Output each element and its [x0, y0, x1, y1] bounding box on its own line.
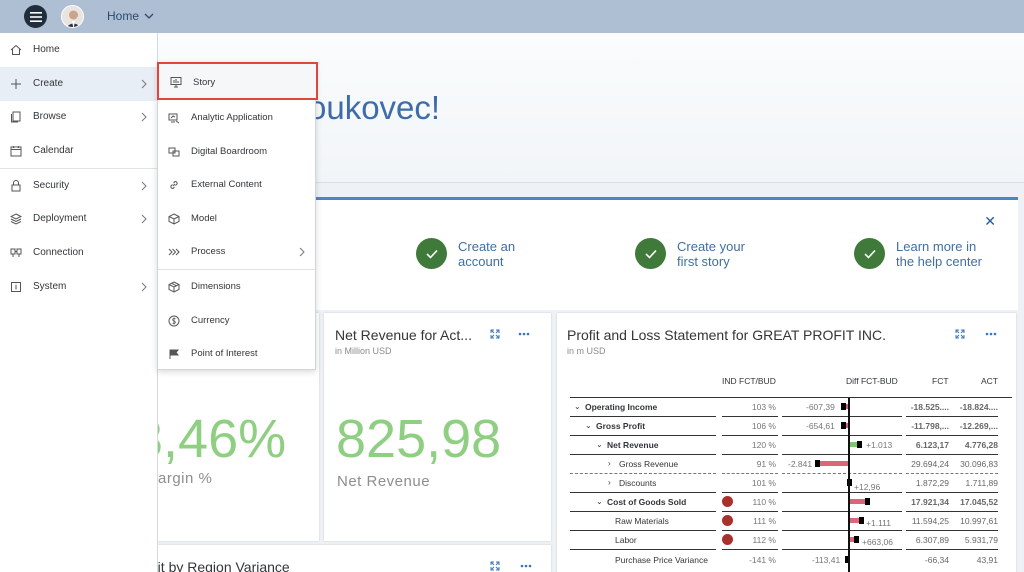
net-revenue-value: 825,98	[336, 409, 502, 469]
table-row[interactable]: Purchase Price Variance -141 % -113,41 -…	[570, 551, 1012, 570]
expand-icon[interactable]	[490, 561, 500, 571]
menu-item-model[interactable]: Model	[158, 202, 315, 235]
chevron-right-icon	[141, 79, 147, 89]
connection-icon	[10, 248, 22, 257]
menu-item-digital-boardroom[interactable]: Digital Boardroom	[158, 135, 315, 168]
table-row[interactable]: ⌄ Net Revenue 120 % +1.013 6.123,17 4.77…	[570, 436, 1012, 455]
menu-item-currency[interactable]: Currency	[158, 304, 315, 337]
home-icon	[10, 44, 22, 55]
menu-item-analytic-application[interactable]: Analytic Application	[158, 101, 315, 134]
net-revenue-tile[interactable]: Net Revenue for Act... in Million USD 82…	[324, 313, 551, 541]
chevron-down-icon[interactable]	[143, 10, 155, 22]
menu-button[interactable]	[24, 5, 47, 28]
help-center-step[interactable]: Learn more in the help center	[854, 238, 982, 269]
more-icon[interactable]	[985, 332, 997, 336]
check-icon	[635, 238, 666, 269]
chevron-right-icon	[141, 181, 147, 191]
tile-title: ofit by Region Variance	[146, 559, 290, 572]
more-icon[interactable]	[520, 564, 532, 568]
table-row[interactable]: Raw Materials 111 % +1.111 11.594,25 10.…	[570, 512, 1012, 531]
shell-bar: Home	[0, 0, 1024, 33]
menu-item-external-content[interactable]: External Content	[158, 168, 315, 201]
chevron-right-icon	[141, 214, 147, 224]
net-revenue-label: Net Revenue	[337, 473, 431, 490]
check-icon	[416, 238, 447, 269]
tile-title: Profit and Loss Statement for GREAT PROF…	[567, 327, 886, 343]
menu-item-point-of-interest[interactable]: Point of Interest	[158, 337, 315, 370]
collapse-icon[interactable]: ⌄	[596, 440, 603, 449]
expand-row-icon[interactable]: ›	[608, 459, 611, 468]
lock-icon	[11, 180, 21, 192]
menu-item-story[interactable]: Story	[157, 62, 318, 100]
system-icon	[11, 282, 21, 292]
story-icon	[170, 77, 182, 88]
create-account-step[interactable]: Create an account	[416, 238, 515, 269]
table-row[interactable]: Labor 112 % +663,06 6.307,89 5.931,79	[570, 531, 1012, 550]
sidebar-item-deployment[interactable]: Deployment	[0, 202, 157, 236]
table-row[interactable]: ⌄ Cost of Goods Sold 110 % 17.921,34 17.…	[570, 493, 1012, 512]
variance-axis	[848, 398, 850, 572]
chevron-right-icon	[141, 282, 147, 292]
dimensions-icon	[168, 281, 180, 293]
sidebar-item-connection[interactable]: Connection	[0, 236, 157, 270]
table-row[interactable]: ⌄ Operating Income 103 % -607,39 -18.525…	[570, 398, 1012, 417]
process-icon	[168, 248, 180, 256]
calendar-icon	[10, 146, 22, 157]
menu-item-dimensions[interactable]: Dimensions	[158, 270, 315, 303]
close-icon[interactable]: ✕	[984, 213, 996, 230]
chevron-right-icon	[141, 112, 147, 122]
column-header-act: ACT	[981, 376, 998, 386]
table-row[interactable]: ⌄ Gross Profit 106 % -654,61 -11.798,...…	[570, 417, 1012, 436]
tile-subtitle: in m USD	[567, 346, 606, 356]
sidebar-item-system[interactable]: System	[0, 270, 157, 304]
side-navigation: Home Create Browse Calendar Security Dep…	[0, 33, 158, 572]
create-first-story-step[interactable]: Create your first story	[635, 238, 745, 269]
column-header-diff: Diff FCT-BUD	[846, 376, 898, 386]
create-submenu: Story Analytic Application Digital Board…	[157, 62, 318, 370]
welcome-greeting: oukovec!	[308, 89, 441, 126]
sidebar-item-calendar[interactable]: Calendar	[0, 134, 157, 168]
link-icon	[170, 181, 178, 189]
more-icon[interactable]	[518, 332, 530, 336]
currency-icon	[168, 315, 180, 327]
expand-icon[interactable]	[490, 329, 500, 339]
check-icon	[854, 238, 885, 269]
boardroom-icon	[168, 147, 180, 157]
page-menu-label[interactable]: Home	[107, 9, 139, 23]
chevron-right-icon	[299, 247, 305, 257]
cube-icon	[168, 213, 180, 225]
analytic-app-icon	[168, 113, 180, 124]
files-icon	[11, 111, 21, 123]
sidebar-item-browse[interactable]: Browse	[0, 100, 157, 134]
collapse-icon[interactable]: ⌄	[585, 421, 592, 430]
flag-icon	[169, 349, 180, 359]
table-row[interactable]: › Gross Revenue 91 % -2.841 29.694,24 30…	[570, 455, 1012, 474]
table-row[interactable]: › Discounts 101 % +12,96 1.872,29 1.711,…	[570, 474, 1012, 493]
hamburger-icon	[29, 11, 42, 22]
collapse-icon[interactable]: ⌄	[596, 497, 603, 506]
deployment-icon	[10, 213, 22, 225]
column-header-fct: FCT	[932, 376, 949, 386]
tile-subtitle: in Million USD	[335, 346, 392, 356]
plus-icon	[11, 79, 21, 89]
tile-title: Net Revenue for Act...	[335, 327, 472, 343]
sidebar-item-create[interactable]: Create	[0, 67, 157, 101]
collapse-icon[interactable]: ⌄	[574, 402, 581, 411]
sidebar-item-home[interactable]: Home	[0, 33, 157, 67]
region-variance-tile[interactable]: ofit by Region Variance	[146, 545, 551, 572]
column-header-ind: IND FCT/BUD	[722, 376, 776, 386]
sidebar-item-security[interactable]: Security	[0, 169, 157, 203]
margin-label: argin %	[158, 470, 213, 487]
expand-row-icon[interactable]: ›	[608, 478, 611, 487]
menu-item-process[interactable]: Process	[158, 235, 315, 268]
user-avatar[interactable]	[61, 5, 84, 28]
expand-icon[interactable]	[955, 329, 965, 339]
